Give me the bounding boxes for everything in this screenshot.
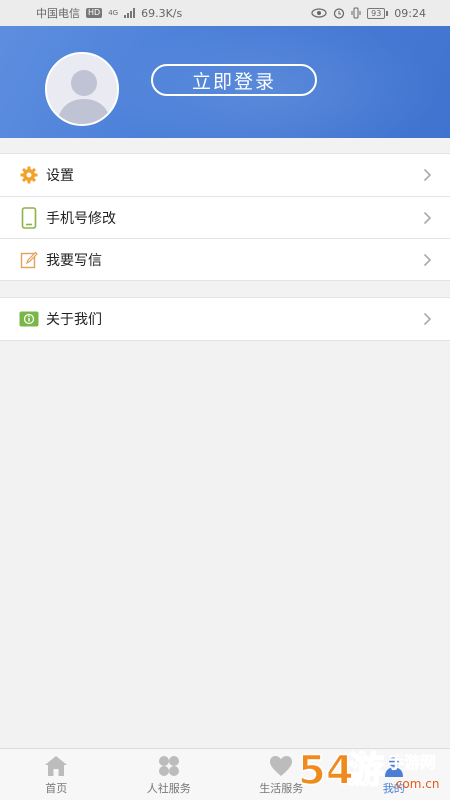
network-speed: 69.3K/s: [141, 6, 183, 20]
clover-icon: [156, 754, 182, 778]
avatar[interactable]: [45, 52, 119, 126]
menu-item-about-us[interactable]: 关于我们: [0, 298, 450, 340]
network-type: 4G: [108, 9, 119, 17]
svg-text:54: 54: [298, 748, 354, 794]
menu-item-label: 关于我们: [46, 312, 102, 328]
hd-icon: HD: [86, 8, 103, 18]
home-icon: [43, 754, 69, 778]
info-icon: [18, 308, 40, 330]
tab-label: 人社服务: [146, 781, 191, 795]
phone-icon: [18, 206, 40, 229]
status-left: 中国电信 HD 4G 69.3K/s: [36, 5, 182, 21]
chevron-right-icon: [423, 168, 432, 182]
site-watermark: 54 游 手游网 .com.cn: [296, 742, 446, 798]
login-button[interactable]: 立即登录: [151, 64, 317, 96]
tab-label: 首页: [45, 781, 68, 795]
svg-text:手游网: 手游网: [388, 753, 436, 772]
heart-icon: [268, 754, 294, 778]
chevron-right-icon: [423, 253, 432, 266]
tab-home[interactable]: 首页: [0, 749, 113, 800]
menu-item-phone-change[interactable]: 手机号修改: [0, 196, 450, 238]
carrier-name: 中国电信: [36, 7, 80, 20]
status-bar: 中国电信 HD 4G 69.3K/s 93 09:24: [0, 0, 450, 26]
menu-item-write-letter[interactable]: 我要写信: [0, 238, 450, 280]
menu-item-settings[interactable]: 设置: [0, 154, 450, 196]
battery-icon: 93: [367, 7, 389, 19]
chevron-right-icon: [423, 211, 432, 224]
settings-menu-group: 设置 手机号修改 我要写信: [0, 153, 450, 281]
battery-level: 93: [367, 7, 386, 19]
profile-header: 立即登录: [0, 26, 450, 138]
menu-item-label: 设置: [46, 168, 74, 184]
edit-icon: [18, 249, 40, 271]
default-avatar-icon: [57, 70, 111, 124]
gear-icon: [18, 164, 40, 186]
about-menu-group: 关于我们: [0, 297, 450, 341]
svg-text:游: 游: [348, 750, 384, 791]
vibrate-icon: [351, 7, 361, 19]
chevron-right-icon: [423, 312, 432, 326]
signal-icon: [124, 8, 136, 18]
svg-text:.com.cn: .com.cn: [392, 777, 439, 791]
tab-social-services[interactable]: 人社服务: [113, 749, 226, 800]
watermark-logo: 54 游 手游网 .com.cn: [297, 747, 439, 795]
status-right: 93 09:24: [311, 7, 426, 20]
eye-icon: [311, 8, 327, 18]
clock: 09:24: [394, 6, 426, 20]
alarm-icon: [334, 8, 345, 19]
menu-item-label: 手机号修改: [46, 210, 116, 227]
menu-item-label: 我要写信: [46, 252, 102, 269]
